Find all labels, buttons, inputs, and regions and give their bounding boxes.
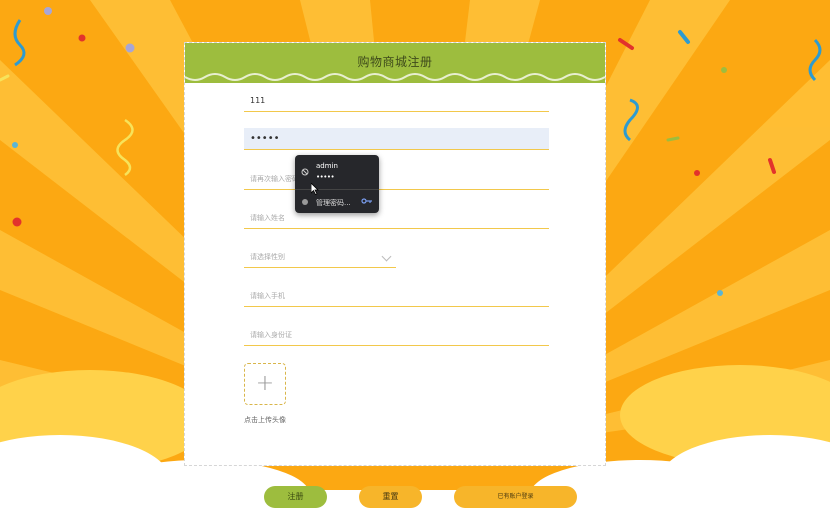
phone-field[interactable]: 请输入手机 [244, 285, 549, 307]
login-link-button[interactable]: 已有账户登录 [454, 486, 577, 508]
saved-username: admin [316, 162, 338, 170]
password-autofill-popup: admin ••••• 管理密码... [295, 155, 379, 213]
username-field[interactable]: 111 [244, 90, 549, 112]
idcard-field[interactable]: 请输入身份证 [244, 324, 549, 346]
card-header: 购物商城注册 [185, 43, 605, 83]
manage-passwords-item[interactable]: 管理密码... [295, 189, 379, 214]
avatar-upload-button[interactable]: + [244, 363, 286, 405]
key-icon [361, 198, 372, 204]
wavy-header-edge [185, 71, 605, 81]
gender-select-label: 请选择性别 [250, 253, 285, 261]
mouse-cursor-icon [311, 183, 319, 195]
page-title: 购物商城注册 [357, 55, 433, 69]
saved-credential-item[interactable]: admin ••••• [295, 155, 379, 188]
reset-button[interactable]: 重置 [359, 486, 422, 508]
confirm-password-field[interactable]: 请再次输入密码 [244, 168, 549, 190]
register-card: 购物商城注册 111 ••••• 请再次输入密码 请输入姓名 请选择性别 请输入… [184, 42, 606, 466]
settings-icon [302, 199, 308, 205]
password-field[interactable]: ••••• [244, 128, 549, 150]
manage-passwords-label: 管理密码... [316, 199, 351, 207]
avatar-upload-hint: 点击上传头像 [244, 416, 286, 424]
name-field[interactable]: 请输入姓名 [244, 207, 549, 229]
gender-select[interactable]: 请选择性别 [244, 246, 396, 268]
saved-password-mask: ••••• [316, 173, 335, 181]
key-outline-icon [301, 168, 309, 176]
register-button[interactable]: 注册 [264, 486, 327, 508]
chevron-down-icon [381, 251, 392, 262]
